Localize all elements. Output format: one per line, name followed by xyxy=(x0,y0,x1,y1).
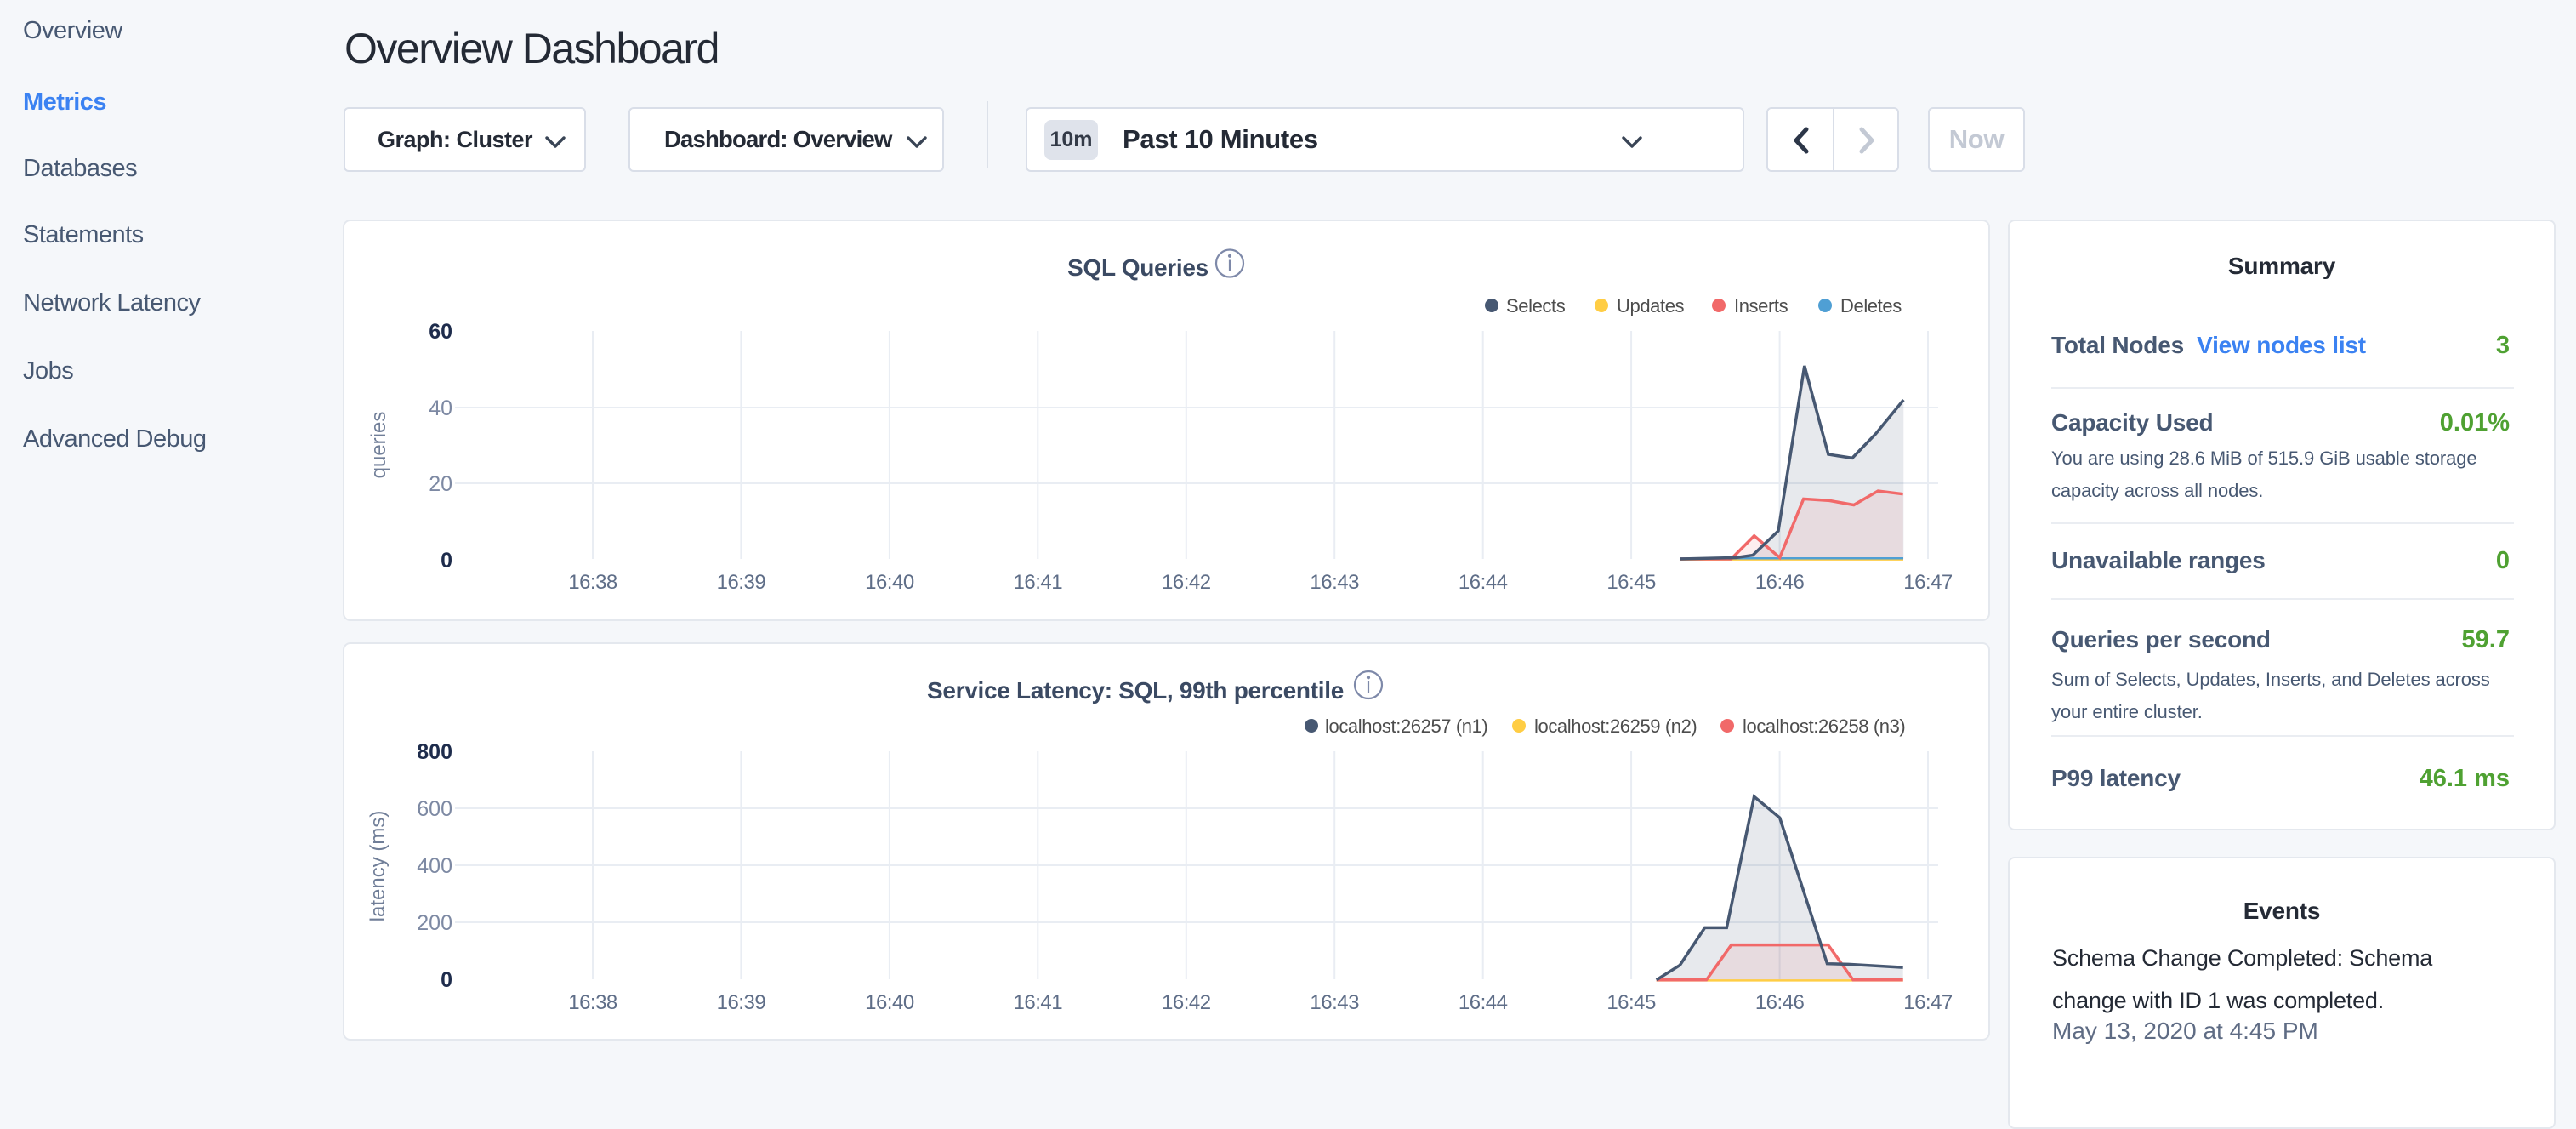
svg-text:16:39: 16:39 xyxy=(717,991,766,1014)
svg-text:localhost:26259 (n2): localhost:26259 (n2) xyxy=(1534,716,1697,737)
svg-text:60: 60 xyxy=(429,320,452,344)
svg-text:16:42: 16:42 xyxy=(1162,991,1211,1014)
svg-text:16:40: 16:40 xyxy=(865,571,914,594)
svg-text:16:43: 16:43 xyxy=(1310,991,1359,1014)
svg-text:16:41: 16:41 xyxy=(1014,991,1063,1014)
svg-text:200: 200 xyxy=(417,911,452,935)
svg-text:16:40: 16:40 xyxy=(865,991,914,1014)
svg-text:Service Latency: SQL, 99th per: Service Latency: SQL, 99th percentile xyxy=(927,677,1344,704)
svg-text:16:45: 16:45 xyxy=(1606,571,1656,594)
svg-text:16:44: 16:44 xyxy=(1459,571,1508,594)
svg-text:16:41: 16:41 xyxy=(1014,571,1063,594)
svg-text:16:44: 16:44 xyxy=(1459,991,1508,1014)
svg-text:queries: queries xyxy=(367,412,390,479)
svg-text:16:38: 16:38 xyxy=(568,571,617,594)
svg-text:SQL Queries: SQL Queries xyxy=(1067,254,1208,281)
svg-text:Deletes: Deletes xyxy=(1840,295,1902,316)
svg-text:800: 800 xyxy=(417,740,452,764)
svg-text:latency (ms): latency (ms) xyxy=(367,811,390,922)
svg-text:400: 400 xyxy=(417,854,452,878)
svg-text:16:42: 16:42 xyxy=(1162,571,1211,594)
svg-text:16:45: 16:45 xyxy=(1606,991,1656,1014)
svg-text:16:47: 16:47 xyxy=(1903,991,1953,1014)
svg-text:Selects: Selects xyxy=(1506,295,1566,316)
svg-text:16:46: 16:46 xyxy=(1755,571,1805,594)
svg-text:localhost:26257 (n1): localhost:26257 (n1) xyxy=(1325,716,1487,737)
svg-text:16:47: 16:47 xyxy=(1903,571,1953,594)
svg-text:Updates: Updates xyxy=(1617,295,1685,316)
svg-text:40: 40 xyxy=(429,396,452,420)
svg-text:0: 0 xyxy=(441,968,452,992)
svg-text:Inserts: Inserts xyxy=(1734,295,1788,316)
svg-text:16:46: 16:46 xyxy=(1755,991,1805,1014)
svg-text:16:38: 16:38 xyxy=(568,991,617,1014)
svg-text:600: 600 xyxy=(417,797,452,821)
svg-text:0: 0 xyxy=(441,549,452,573)
svg-text:16:39: 16:39 xyxy=(717,571,766,594)
svg-text:16:43: 16:43 xyxy=(1310,571,1359,594)
svg-text:20: 20 xyxy=(429,472,452,496)
svg-text:localhost:26258 (n3): localhost:26258 (n3) xyxy=(1743,716,1905,737)
